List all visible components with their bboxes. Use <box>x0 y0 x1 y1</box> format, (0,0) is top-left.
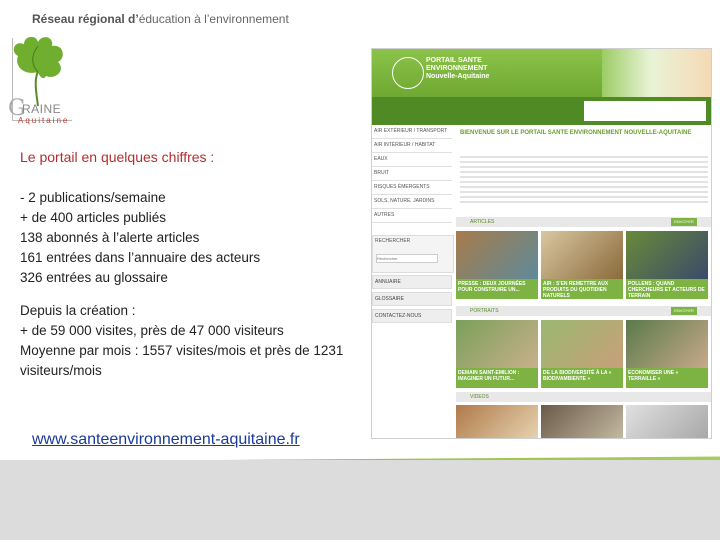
welcome-text-placeholder <box>460 153 708 203</box>
partner-logos <box>584 101 706 121</box>
network-title: Réseau régional d’éducation à l’environn… <box>32 12 289 26</box>
video-tile[interactable] <box>456 405 538 438</box>
brain-logo-icon <box>392 57 424 89</box>
footer-band <box>0 460 720 540</box>
nav-item[interactable]: SOLS, NATURE, JARDINS <box>372 195 452 209</box>
section-portraits: PORTRAITS ENVOYER <box>456 306 711 316</box>
stats-list: - 2 publications/semaine + de 400 articl… <box>20 188 260 288</box>
section-videos: VIDEOS <box>456 392 711 402</box>
nav-item[interactable]: AUTRES <box>372 209 452 223</box>
portal-title: PORTAIL SANTE ENVIRONNEMENT Nouvelle-Aqu… <box>426 57 490 80</box>
logo-region: Aquitaine <box>18 116 70 125</box>
side-buttons: ANNUAIRE GLOSSAIRE CONTACTEZ-NOUS <box>372 275 452 323</box>
nav-item[interactable]: EAUX <box>372 153 452 167</box>
search-label: RECHERCHER <box>375 238 411 244</box>
logo-word: RAINE <box>22 102 62 116</box>
stat-item: 326 entrées au glossaire <box>20 270 168 285</box>
section-articles: ARTICLES ENVOYER <box>456 217 711 227</box>
article-tiles: PRESSE : DEUX JOURNÉES POUR CONSTRUIRE U… <box>456 231 711 299</box>
nav-item[interactable]: BRUIT <box>372 167 452 181</box>
figures-heading: Le portail en quelques chiffres : <box>20 149 215 165</box>
search-input[interactable] <box>376 254 438 263</box>
portrait-tiles: DEMAIN SAINT-EMILION : IMAGINER UN FUTUR… <box>456 320 711 388</box>
stat-item: + de 400 articles publiés <box>20 210 166 225</box>
video-tiles <box>456 405 711 438</box>
welcome-title: BIENVENUE SUR LE PORTAIL SANTE ENVIRONNE… <box>460 130 692 136</box>
portrait-tile[interactable]: DEMAIN SAINT-EMILION : IMAGINER UN FUTUR… <box>456 320 538 388</box>
portal-link[interactable]: www.santeenvironnement-aquitaine.fr <box>32 431 300 449</box>
nav-item[interactable]: RISQUES ÉMERGENTS <box>372 181 452 195</box>
contact-button[interactable]: CONTACTEZ-NOUS <box>372 309 452 323</box>
article-tile[interactable]: PRESSE : DEUX JOURNÉES POUR CONSTRUIRE U… <box>456 231 538 299</box>
stat-item: 138 abonnés à l’alerte articles <box>20 230 200 245</box>
portal-nav: AIR EXTÉRIEUR / TRANSPORT AIR INTÉRIEUR … <box>372 125 452 223</box>
stat-item: 161 entrées dans l’annuaire des acteurs <box>20 250 261 265</box>
article-tile[interactable]: AIR : S'EN REMETTRE AUX PRODUITS DU QUOT… <box>541 231 623 299</box>
nav-item[interactable]: AIR INTÉRIEUR / HABITAT <box>372 139 452 153</box>
glossaire-button[interactable]: GLOSSAIRE <box>372 292 452 306</box>
stat-item: - 2 publications/semaine <box>20 190 166 205</box>
search-box: RECHERCHER <box>372 235 454 273</box>
portrait-tile[interactable]: ECONOMISER UNE « TERRAILLE » <box>626 320 708 388</box>
send-button[interactable]: ENVOYER <box>671 218 697 226</box>
nav-item[interactable]: AIR EXTÉRIEUR / TRANSPORT <box>372 125 452 139</box>
send-button[interactable]: ENVOYER <box>671 307 697 315</box>
since-line: + de 59 000 visites, près de 47 000 visi… <box>20 323 284 338</box>
portal-screenshot: PORTAIL SANTE ENVIRONNEMENT Nouvelle-Aqu… <box>371 48 712 439</box>
since-line: Moyenne par mois : 1557 visites/mois et … <box>20 343 344 378</box>
video-tile[interactable] <box>626 405 708 438</box>
annuaire-button[interactable]: ANNUAIRE <box>372 275 452 289</box>
since-creation-block: Depuis la création : + de 59 000 visites… <box>20 301 365 381</box>
video-tile[interactable] <box>541 405 623 438</box>
child-photo <box>602 49 711 97</box>
since-line: Depuis la création : <box>20 303 136 318</box>
article-tile[interactable]: POLLENS : QUAND CHERCHEURS ET ACTEURS DE… <box>626 231 708 299</box>
portrait-tile[interactable]: DE LA BIODIVERSITÉ À LA « BIODIVAMBIENTE… <box>541 320 623 388</box>
